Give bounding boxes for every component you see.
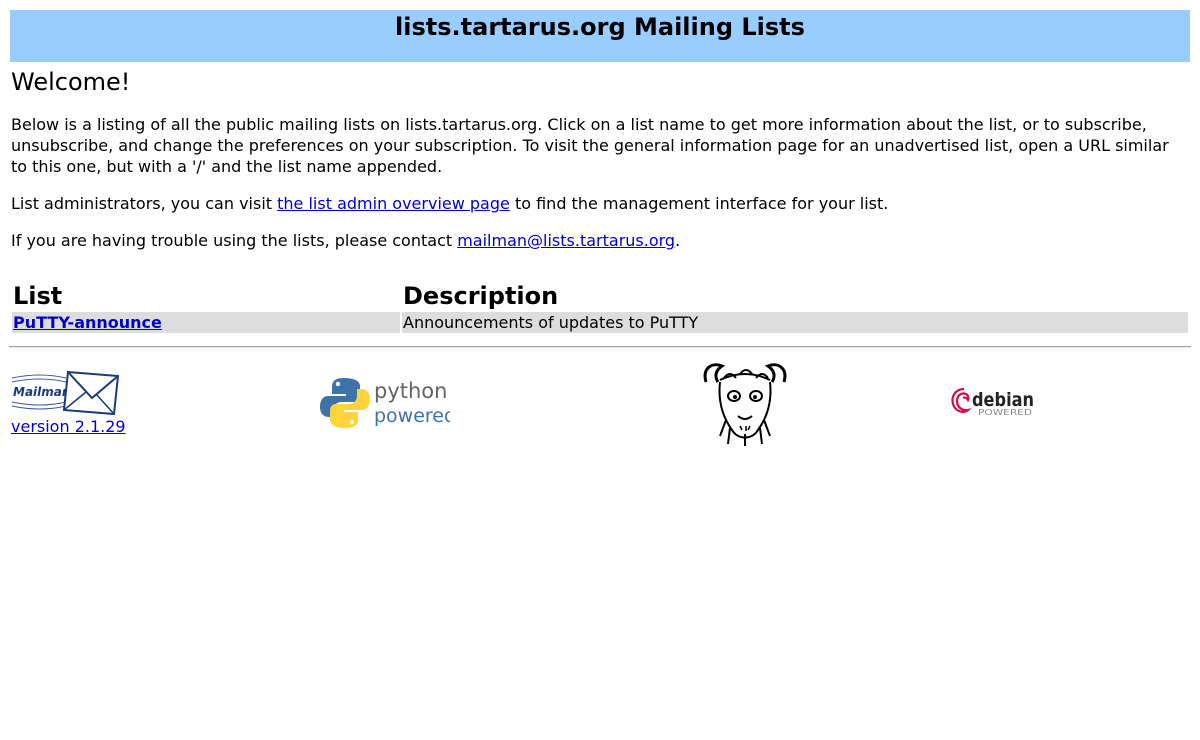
admin-overview-link[interactable]: the list admin overview page	[277, 194, 510, 213]
debian-powered-link[interactable]: debian POWERED	[950, 384, 1038, 418]
list-link-putty-announce[interactable]: PuTTY-announce	[13, 313, 162, 332]
intro-paragraph: Below is a listing of all the public mai…	[11, 115, 1169, 176]
page-title: lists.tartarus.org Mailing Lists	[395, 13, 805, 41]
help-paragraph: If you are having trouble using the list…	[11, 230, 1181, 251]
debian-logo-word-2: POWERED	[978, 408, 1032, 417]
admin-paragraph: List administrators, you can visit the l…	[11, 193, 1181, 214]
table-row: PuTTY-announce Announcements of updates …	[12, 312, 1188, 333]
footer-divider	[9, 346, 1191, 348]
column-header-list: List	[13, 282, 63, 310]
mailman-logo-text: Mailman	[13, 385, 70, 399]
admin-text-before: List administrators, you can visit	[11, 194, 278, 213]
contact-email-link[interactable]: mailman@lists.tartarus.org	[457, 231, 675, 250]
mailman-logo-link[interactable]: Mailman	[10, 368, 122, 416]
python-snake-icon: python powered	[320, 378, 456, 428]
header-banner: lists.tartarus.org Mailing Lists	[10, 10, 1190, 62]
help-text-before: If you are having trouble using the list…	[11, 231, 458, 250]
python-powered-link[interactable]: python powered	[320, 376, 456, 430]
welcome-heading: Welcome!	[11, 68, 131, 96]
python-logo-word-1: python	[374, 379, 447, 403]
column-header-description: Description	[403, 282, 559, 310]
gnu-head-icon	[703, 363, 787, 446]
gnu-logo-link[interactable]	[700, 360, 790, 446]
list-name-cell: PuTTY-announce	[12, 312, 400, 333]
debian-swirl-icon: debian POWERED	[951, 387, 1034, 417]
mailman-version-link[interactable]: version 2.1.29	[11, 416, 126, 437]
list-description-cell: Announcements of updates to PuTTY	[402, 312, 1188, 333]
python-logo-word-2: powered	[374, 405, 450, 427]
table-header-row: List Description	[12, 282, 1188, 310]
page: lists.tartarus.org Mailing Lists Welcome…	[0, 0, 1200, 740]
mailing-lists-table: List Description PuTTY-announce Announce…	[10, 280, 1190, 335]
mailman-envelope-icon: Mailman	[11, 370, 120, 416]
admin-text-after: to find the management interface for you…	[509, 194, 889, 213]
help-text-after: .	[675, 231, 681, 250]
